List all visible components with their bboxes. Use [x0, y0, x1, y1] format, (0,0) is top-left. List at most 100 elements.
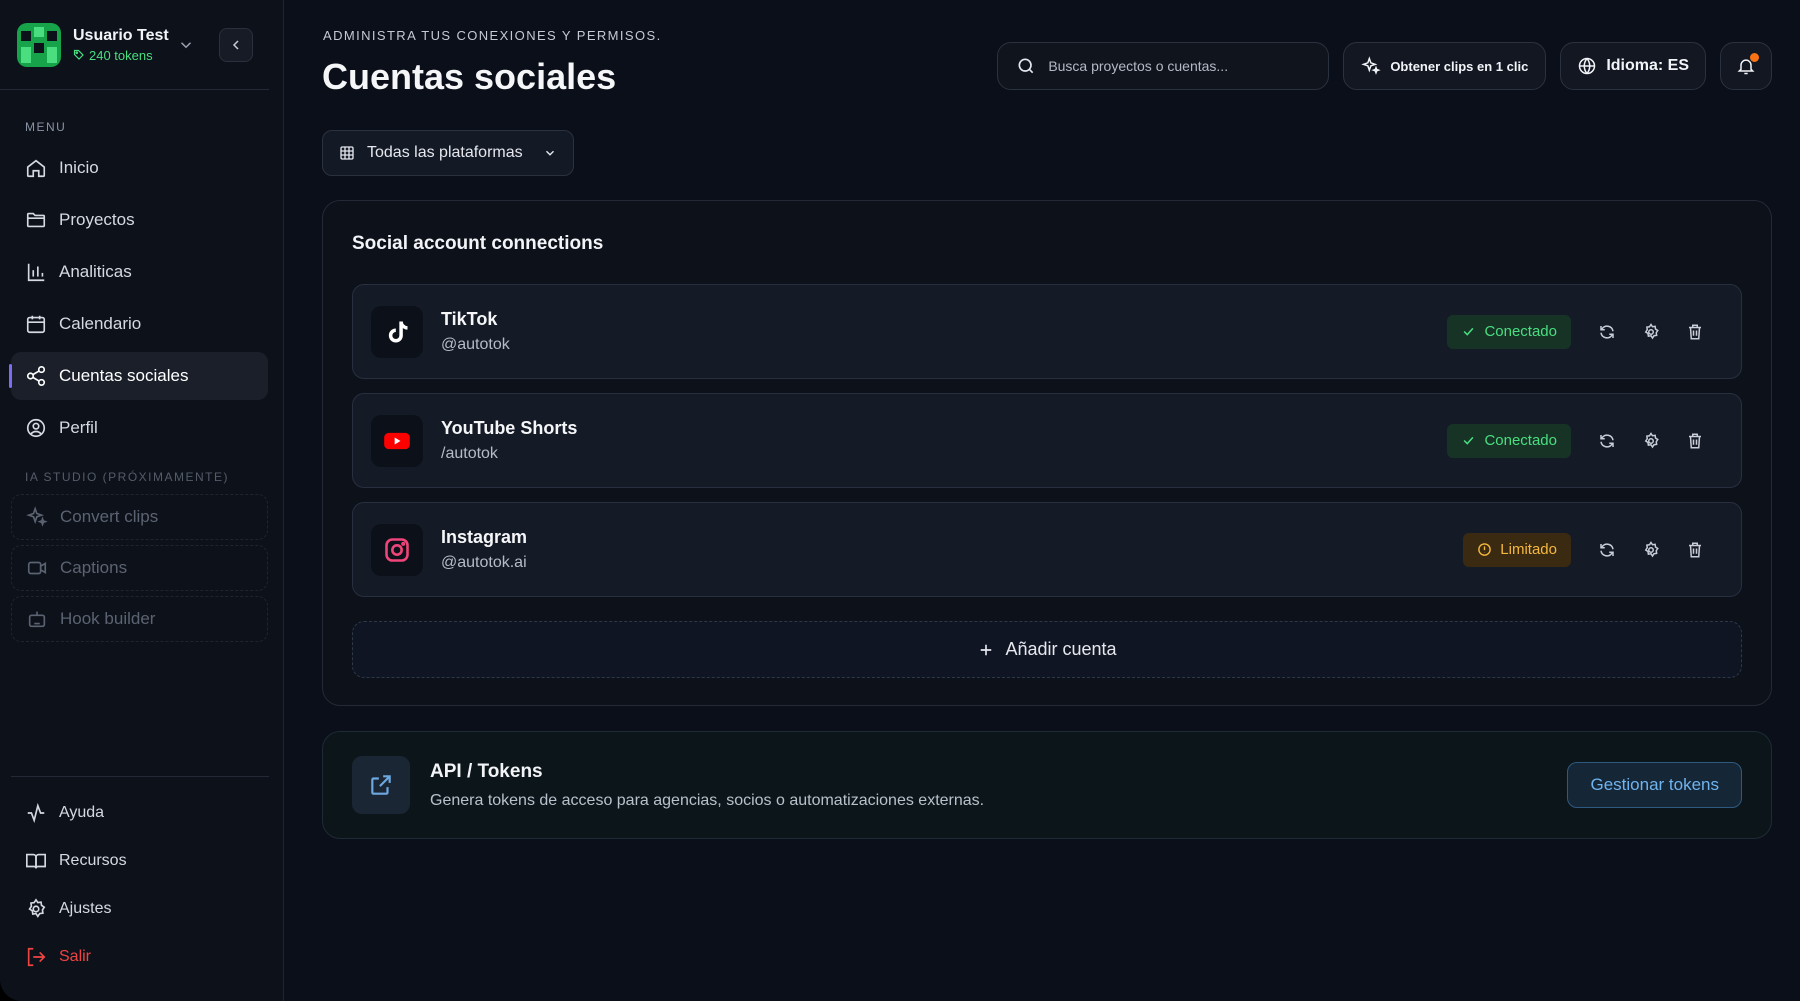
sidebar-item-recursos[interactable]: Recursos	[11, 837, 268, 885]
trash-icon	[1689, 433, 1701, 448]
sidebar: Usuario Test 240 tokens MENU Inicio Proy…	[0, 0, 284, 1001]
user-name: Usuario Test	[73, 26, 169, 44]
tiktok-icon	[371, 305, 423, 358]
api-tokens-card: API / Tokens Genera tokens de acceso par…	[322, 731, 1772, 839]
sidebar-item-label: Ajustes	[59, 900, 112, 917]
sparkles-icon	[26, 506, 48, 527]
search-icon	[1018, 58, 1034, 74]
alert-circle-icon	[1478, 543, 1492, 556]
trash-icon	[1689, 542, 1701, 557]
user-switcher[interactable]: Usuario Test 240 tokens	[0, 0, 269, 90]
sidebar-item-label: Analiticas	[59, 262, 132, 281]
delete-button[interactable]	[1673, 533, 1717, 567]
search-input[interactable]	[1048, 58, 1309, 74]
sidebar-item-analiticas[interactable]: Analiticas	[11, 248, 268, 296]
logout-icon	[27, 947, 46, 967]
refresh-button[interactable]	[1585, 424, 1629, 458]
video-icon	[27, 561, 47, 575]
plus-icon	[981, 644, 992, 655]
sidebar-footer: Ayuda Recursos Ajustes Salir	[0, 776, 283, 981]
bar-chart-icon	[27, 263, 45, 282]
share-icon	[26, 366, 46, 386]
sidebar-item-label: Perfil	[59, 418, 98, 437]
account-row-instagram: Instagram @autotok.ai Limitado	[352, 502, 1742, 597]
book-icon	[26, 853, 46, 869]
notifications-button[interactable]	[1720, 42, 1772, 90]
grid-icon	[340, 146, 354, 160]
status-badge: Conectado	[1447, 423, 1571, 458]
get-clips-label: Obtener clips en 1 clic	[1390, 58, 1529, 74]
chevron-down-icon	[546, 150, 554, 156]
collapse-sidebar-button[interactable]	[219, 27, 253, 62]
api-title: API / Tokens	[430, 760, 543, 782]
manage-tokens-button[interactable]: Gestionar tokens	[1567, 762, 1742, 808]
check-icon	[1464, 327, 1474, 336]
sidebar-item-label: Captions	[60, 558, 128, 577]
gear-icon	[28, 898, 46, 918]
menu-section-label: MENU	[25, 120, 67, 134]
platform-filter-label: Todas las plataformas	[367, 144, 523, 161]
sidebar-item-label: Proyectos	[59, 210, 135, 229]
get-clips-button[interactable]: Obtener clips en 1 clic	[1343, 42, 1547, 90]
account-handle: /autotok	[441, 445, 498, 462]
settings-button[interactable]	[1629, 315, 1673, 349]
sidebar-item-hook-builder: Hook builder	[11, 596, 268, 642]
notification-dot	[1750, 53, 1759, 62]
delete-button[interactable]	[1673, 424, 1717, 458]
language-button[interactable]: Idioma: ES	[1560, 42, 1706, 90]
delete-button[interactable]	[1673, 315, 1717, 349]
status-badge: Limitado	[1463, 532, 1571, 567]
refresh-button[interactable]	[1585, 533, 1629, 567]
status-label: Conectado	[1484, 323, 1557, 340]
external-link-icon	[352, 756, 410, 814]
globe-icon	[1579, 57, 1596, 75]
user-circle-icon	[26, 418, 46, 438]
panel-title: Social account connections	[352, 233, 604, 254]
sidebar-item-label: Hook builder	[60, 609, 156, 628]
sidebar-item-cuentas-sociales[interactable]: Cuentas sociales	[9, 352, 268, 400]
bot-icon	[28, 611, 46, 628]
sidebar-item-label: Ayuda	[59, 804, 105, 821]
sidebar-item-label: Convert clips	[60, 507, 159, 526]
youtube-icon	[371, 414, 423, 467]
refresh-icon	[1600, 433, 1614, 448]
ia-studio-section-label: IA STUDIO (PRÓXIMAMENTE)	[25, 470, 230, 484]
check-icon	[1464, 436, 1474, 445]
trash-icon	[1689, 324, 1701, 339]
sparkles-icon	[1361, 56, 1382, 75]
home-icon	[26, 159, 46, 178]
folder-icon	[26, 212, 46, 228]
topbar: Obtener clips en 1 clic Idioma: ES	[997, 42, 1772, 90]
refresh-icon	[1600, 542, 1614, 557]
token-count: 240 tokens	[89, 47, 153, 63]
tag-icon	[73, 49, 84, 60]
add-account-button[interactable]: Añadir cuenta	[352, 621, 1742, 678]
sidebar-item-calendario[interactable]: Calendario	[11, 300, 268, 348]
sidebar-item-ajustes[interactable]: Ajustes	[11, 885, 268, 933]
page-subtitle: ADMINISTRA TUS CONEXIONES Y PERMISOS.	[323, 28, 662, 43]
app-logo-icon	[17, 22, 61, 67]
refresh-icon	[1600, 324, 1614, 339]
sidebar-item-salir[interactable]: Salir	[11, 933, 268, 981]
chevron-down-icon[interactable]	[177, 36, 195, 54]
gear-icon	[1644, 431, 1659, 448]
refresh-button[interactable]	[1585, 315, 1629, 349]
gear-icon	[1644, 540, 1659, 557]
language-label: Idioma: ES	[1606, 57, 1689, 74]
sidebar-item-label: Calendario	[59, 314, 142, 333]
sidebar-item-perfil[interactable]: Perfil	[11, 404, 268, 452]
sidebar-item-inicio[interactable]: Inicio	[11, 144, 268, 192]
settings-button[interactable]	[1629, 533, 1673, 567]
activity-icon	[27, 802, 45, 824]
sidebar-item-ayuda[interactable]: Ayuda	[11, 789, 268, 837]
settings-button[interactable]	[1629, 424, 1673, 458]
sidebar-item-captions: Captions	[11, 545, 268, 591]
sidebar-item-label: Cuentas sociales	[59, 366, 189, 385]
account-handle: @autotok	[441, 336, 510, 353]
search-box[interactable]	[997, 42, 1330, 90]
sidebar-item-proyectos[interactable]: Proyectos	[11, 196, 268, 244]
status-label: Conectado	[1484, 432, 1557, 449]
app-window: Usuario Test 240 tokens MENU Inicio Proy…	[0, 0, 1800, 1001]
platform-filter-dropdown[interactable]: Todas las plataformas	[322, 130, 574, 176]
sidebar-item-label: Recursos	[59, 852, 127, 869]
